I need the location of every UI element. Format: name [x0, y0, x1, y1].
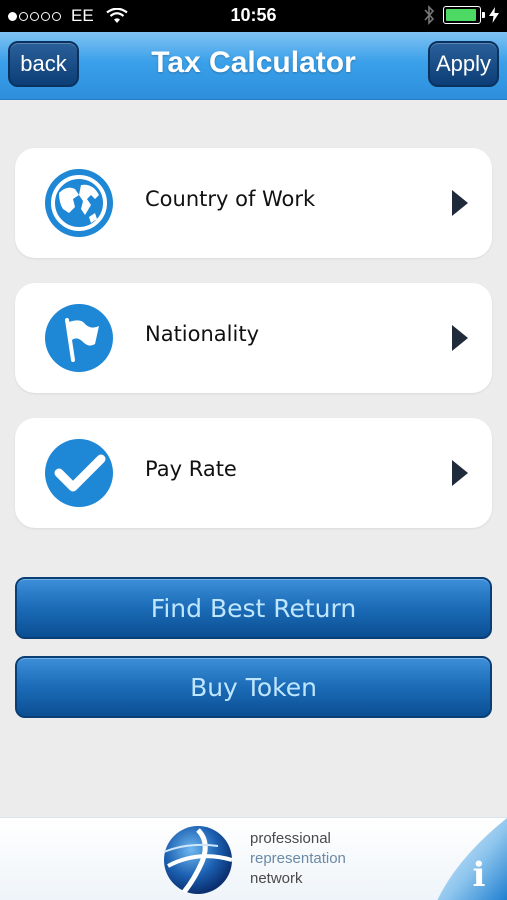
status-bar: EE 10:56	[0, 0, 507, 32]
info-icon[interactable]: i	[463, 856, 495, 894]
navigation-bar: back Tax Calculator Apply	[0, 32, 507, 100]
battery-nub	[482, 12, 485, 18]
battery-fill	[446, 9, 477, 21]
checkmark-icon	[45, 439, 113, 507]
apply-button[interactable]: Apply	[428, 41, 499, 87]
flag-icon	[45, 304, 113, 372]
option-label: Nationality	[145, 322, 260, 346]
buy-token-button[interactable]: Buy Token	[15, 656, 492, 718]
option-nationality[interactable]: Nationality	[15, 283, 492, 393]
charging-bolt-icon	[489, 7, 499, 23]
status-right	[423, 5, 499, 25]
logo-text: professional representation network	[250, 829, 346, 889]
logo-line: network	[250, 870, 303, 887]
option-label: Pay Rate	[145, 457, 237, 481]
option-country-of-work[interactable]: Country of Work	[15, 148, 492, 258]
chevron-right-icon	[452, 325, 468, 351]
globe-icon	[45, 169, 113, 237]
logo-line: professional	[250, 830, 331, 847]
option-label: Country of Work	[145, 187, 316, 211]
chevron-right-icon	[452, 460, 468, 486]
footer-banner: professional representation network i	[0, 817, 507, 900]
chevron-right-icon	[452, 190, 468, 216]
battery-icon	[443, 6, 485, 24]
prn-logo-icon	[163, 826, 233, 894]
logo-line: representation	[250, 850, 346, 867]
find-best-return-button[interactable]: Find Best Return	[15, 577, 492, 639]
option-pay-rate[interactable]: Pay Rate	[15, 418, 492, 528]
bluetooth-icon	[424, 5, 435, 25]
